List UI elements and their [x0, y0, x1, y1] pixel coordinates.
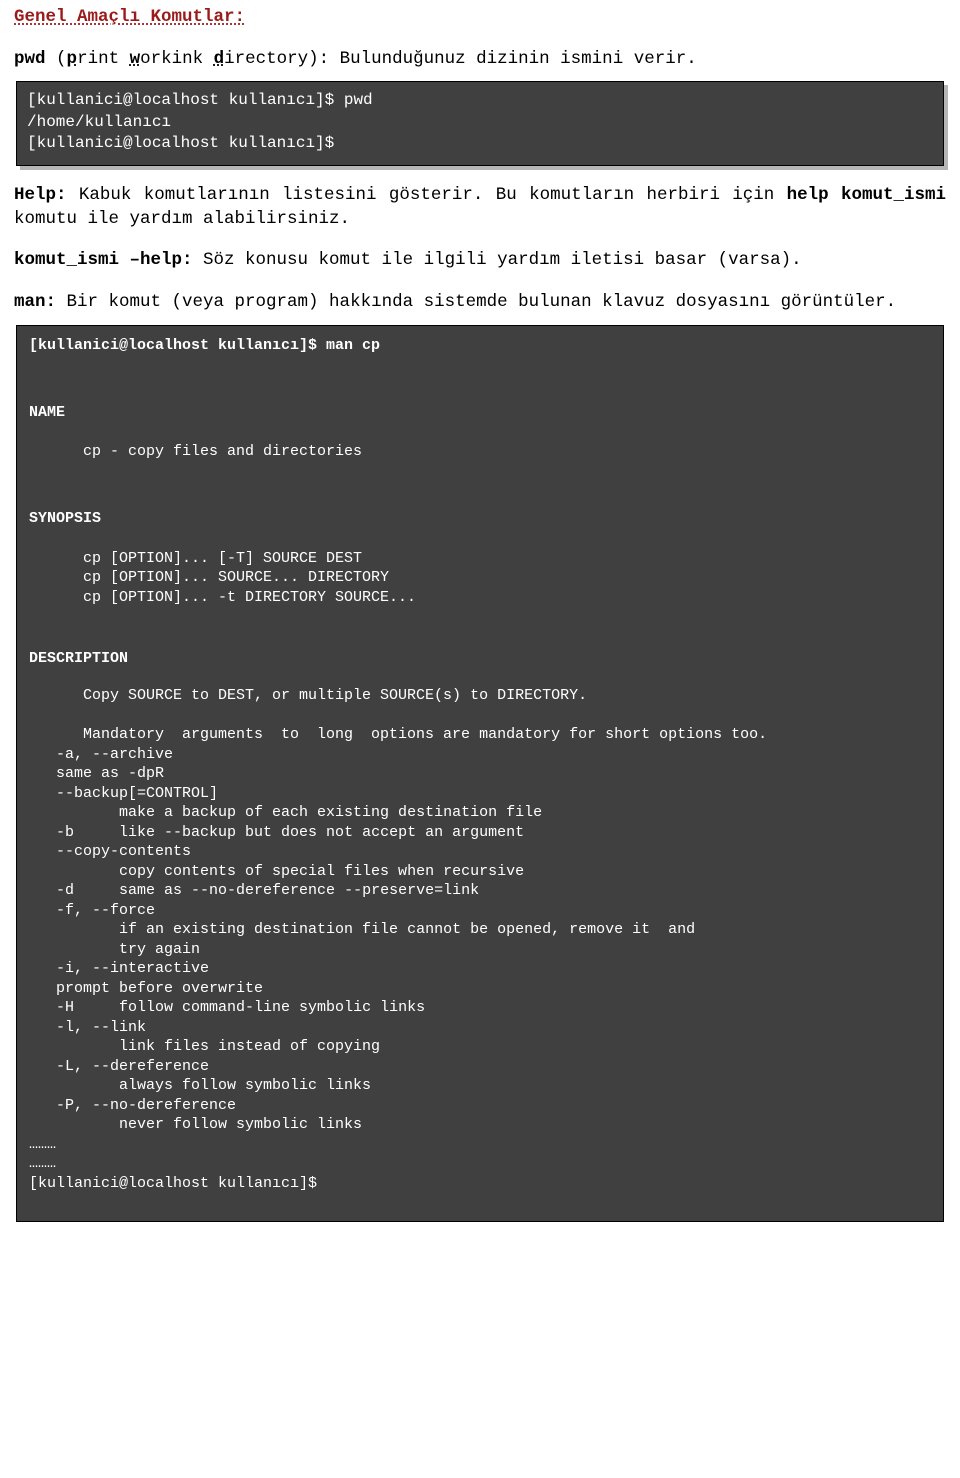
- cmd-help: Help:: [14, 185, 67, 205]
- text: Kabuk komutlarının listesini gösterir. B…: [67, 185, 787, 205]
- terminal-line: [kullanici@localhost kullanıcı]$: [27, 134, 334, 152]
- man-desc-line: Copy SOURCE to DEST, or multiple SOURCE(…: [29, 686, 931, 706]
- man-opt: -l, --link: [29, 1019, 146, 1036]
- terminal-line: [kullanici@localhost kullanıcı]$ pwd: [27, 91, 373, 109]
- text: irectory): Bulunduğunuz dizinin ismini v…: [224, 49, 697, 69]
- man-opt: never follow symbolic links: [29, 1116, 362, 1133]
- terminal-box-man: [kullanici@localhost kullanıcı]$ man cp …: [16, 325, 944, 1223]
- man-opt: copy contents of special files when recu…: [29, 863, 524, 880]
- man-opt: make a backup of each existing destinati…: [29, 804, 542, 821]
- man-opt: -d same as --no-dereference --preserve=l…: [29, 882, 479, 899]
- man-opt: --backup[=CONTROL]: [29, 785, 218, 802]
- letter-p: p: [67, 49, 78, 69]
- man-opt: link files instead of copying: [29, 1038, 380, 1055]
- section-heading: Genel Amaçlı Komutlar:: [14, 6, 946, 30]
- man-opt: if an existing destination file cannot b…: [29, 921, 695, 938]
- komut-help-description: komut_ismi –help: Söz konusu komut ile i…: [14, 249, 946, 273]
- letter-d: d: [214, 49, 225, 69]
- man-opt: --copy-contents: [29, 843, 191, 860]
- man-opt: -b like --backup but does not accept an …: [29, 824, 524, 841]
- man-section-description: DESCRIPTION: [29, 649, 931, 669]
- man-opt: -a, --archive: [29, 746, 173, 763]
- letter-w: w: [130, 49, 141, 69]
- cmd-man: man:: [14, 292, 56, 312]
- man-opt: prompt before overwrite: [29, 980, 263, 997]
- man-opt: try again: [29, 941, 200, 958]
- man-opt: same as -dpR: [29, 765, 164, 782]
- terminal-cmd-line: [kullanici@localhost kullanıcı]$ man cp: [29, 337, 380, 354]
- terminal-line: /home/kullanıcı: [27, 113, 171, 131]
- man-name-line: cp - copy files and directories: [29, 442, 931, 462]
- man-opt: -L, --dereference: [29, 1058, 209, 1075]
- cmd-komut-help: komut_ismi –help:: [14, 250, 193, 270]
- man-dots: ………: [29, 1136, 56, 1153]
- text: (: [56, 49, 67, 69]
- man-description: man: Bir komut (veya program) hakkında s…: [14, 291, 946, 315]
- man-syn-line: cp [OPTION]... -t DIRECTORY SOURCE...: [29, 588, 931, 608]
- man-opt: always follow symbolic links: [29, 1077, 371, 1094]
- help-description: Help: Kabuk komutlarının listesini göste…: [14, 184, 946, 231]
- man-syn-line: cp [OPTION]... SOURCE... DIRECTORY: [29, 568, 931, 588]
- terminal-box-pwd: [kullanici@localhost kullanıcı]$ pwd /ho…: [16, 81, 944, 166]
- cmd-help-komut: help komut_ismi: [787, 185, 946, 205]
- terminal-prompt-line: [kullanici@localhost kullanıcı]$: [29, 1175, 317, 1192]
- man-dots: ………: [29, 1155, 56, 1172]
- man-section-synopsis: SYNOPSIS: [29, 509, 931, 529]
- man-syn-line: cp [OPTION]... [-T] SOURCE DEST: [29, 549, 931, 569]
- man-opt: -i, --interactive: [29, 960, 209, 977]
- text: orkink: [140, 49, 214, 69]
- text: Bir komut (veya program) hakkında sistem…: [56, 292, 896, 312]
- man-opt: -P, --no-dereference: [29, 1097, 236, 1114]
- text: rint: [77, 49, 130, 69]
- pwd-description: pwd (print workink directory): Bulunduğu…: [14, 48, 946, 72]
- man-section-name: NAME: [29, 403, 931, 423]
- cmd-pwd: pwd: [14, 49, 46, 69]
- man-desc-line: Mandatory arguments to long options are …: [29, 725, 849, 745]
- man-opt: -f, --force: [29, 902, 155, 919]
- text: Söz konusu komut ile ilgili yardım ileti…: [193, 250, 802, 270]
- document-page: Genel Amaçlı Komutlar: pwd (print workin…: [0, 0, 960, 1242]
- man-opt: -H follow command-line symbolic links: [29, 999, 425, 1016]
- text: komutu ile yardım alabilirsiniz.: [14, 209, 350, 229]
